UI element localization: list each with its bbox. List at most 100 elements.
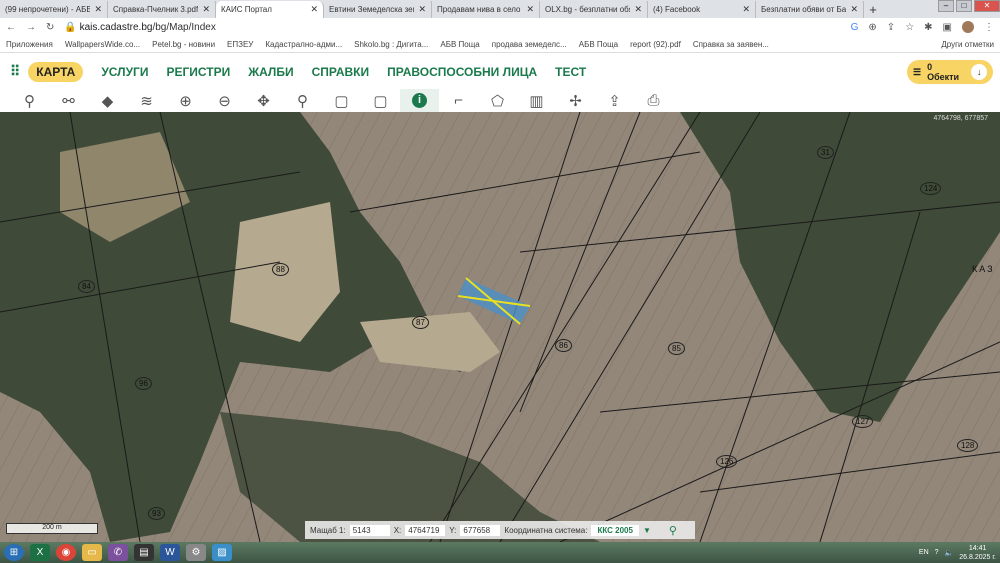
topology-icon[interactable]: ⚯: [49, 89, 88, 112]
y-input[interactable]: 677658: [460, 524, 501, 536]
chrome-icon[interactable]: ◉: [56, 544, 76, 561]
other-bookmarks[interactable]: Други отметки: [941, 40, 994, 49]
bookmark[interactable]: WallpapersWide.co...: [65, 40, 140, 49]
language-indicator[interactable]: EN: [919, 549, 929, 556]
bookmark[interactable]: Кадастрално-адми...: [265, 40, 342, 49]
excel-icon[interactable]: X: [30, 544, 50, 561]
nav-item-complaints[interactable]: ЖАЛБИ: [248, 65, 293, 79]
layers-filled-icon[interactable]: ◆: [88, 89, 127, 112]
google-icon[interactable]: G: [851, 22, 859, 33]
browser-tab[interactable]: Справка-Пчелник 3.pdf ✕: [108, 1, 216, 18]
parcel-number[interactable]: 96: [135, 377, 152, 390]
explorer-icon[interactable]: ▭: [82, 544, 102, 561]
apps-grid-icon[interactable]: ⠿: [10, 63, 20, 80]
bookmark[interactable]: ЕПЗЕУ: [227, 40, 253, 49]
browser-tab[interactable]: Продавам нива в село П ✕: [432, 1, 540, 18]
browser-tab[interactable]: (4) Facebook ✕: [648, 1, 756, 18]
terminal-icon[interactable]: ▤: [134, 544, 154, 561]
bookmark[interactable]: Shkolo.bg : Дигита...: [354, 40, 428, 49]
dropdown-arrow-icon[interactable]: ▼: [643, 526, 651, 535]
browser-tab-active[interactable]: КАИС Портал ✕: [216, 1, 324, 18]
bookmark[interactable]: продава земеделс...: [492, 40, 567, 49]
measure-icon[interactable]: ⌐: [439, 89, 478, 112]
close-icon[interactable]: ✕: [742, 4, 750, 15]
bookmark[interactable]: Petel.bg - новини: [152, 40, 215, 49]
url-input[interactable]: 🔒 kais.cadastre.bg/bg/Map/Index: [64, 22, 840, 33]
parcel-number[interactable]: 31: [817, 146, 834, 159]
pan-icon[interactable]: ✥: [244, 89, 283, 112]
browser-tab[interactable]: (99 непрочетени) - АБВ по✕: [0, 1, 108, 18]
nav-item-licensed[interactable]: ПРАВОСПОСОБНИ ЛИЦА: [387, 65, 537, 79]
minimize-button[interactable]: –: [938, 0, 954, 12]
close-icon[interactable]: ✕: [850, 4, 858, 15]
zoom-icon[interactable]: ⊕: [868, 22, 876, 33]
location-pin-icon[interactable]: ⚲: [283, 89, 322, 112]
zoom-in-icon[interactable]: ⊕: [166, 89, 205, 112]
share-icon[interactable]: ⇪: [887, 22, 895, 33]
coordinate-system-select[interactable]: ККС 2005: [591, 524, 639, 536]
zoom-out-icon[interactable]: ⊖: [205, 89, 244, 112]
cadastral-map: [0, 112, 1000, 542]
bookmark[interactable]: Приложения: [6, 40, 53, 49]
settings-icon[interactable]: ⚙: [186, 544, 206, 561]
nav-item-map[interactable]: КАРТА: [28, 61, 84, 82]
close-icon[interactable]: ✕: [310, 4, 318, 15]
bookmark[interactable]: Справка за заявен...: [693, 40, 769, 49]
menu-icon[interactable]: ⋮: [984, 22, 994, 33]
scale-input[interactable]: 5143: [349, 524, 390, 536]
parcel-number[interactable]: 93: [148, 507, 165, 520]
viber-icon[interactable]: ✆: [108, 544, 128, 561]
parcel-number[interactable]: 84: [78, 280, 95, 293]
hamburger-icon: ☰: [913, 66, 922, 77]
maximize-button[interactable]: □: [956, 0, 972, 12]
objects-button[interactable]: ☰ 0 Обекти ↓: [907, 60, 993, 84]
forward-icon[interactable]: →: [26, 22, 36, 33]
bookmark[interactable]: АБВ Поща: [579, 40, 618, 49]
reload-icon[interactable]: ↻: [46, 22, 54, 33]
cut-icon[interactable]: ✢: [556, 89, 595, 112]
parcel-number[interactable]: 85: [668, 342, 685, 355]
browser-tab[interactable]: OLX.bg - безплатни обяви✕: [540, 1, 648, 18]
close-icon[interactable]: ✕: [202, 4, 210, 15]
close-window-button[interactable]: ✕: [974, 0, 1000, 12]
polygon-icon[interactable]: ⬠: [478, 89, 517, 112]
parcel-number[interactable]: 86: [555, 339, 572, 352]
avatar[interactable]: [962, 21, 974, 33]
extensions-icon[interactable]: ✱: [924, 22, 932, 33]
nav-item-services[interactable]: УСЛУГИ: [101, 65, 148, 79]
close-icon[interactable]: ✕: [418, 4, 426, 15]
bookmark[interactable]: АБВ Поща: [440, 40, 479, 49]
sidepanel-icon[interactable]: ▣: [943, 22, 952, 33]
new-tab-button[interactable]: +: [864, 2, 882, 18]
select-rect-alt-icon[interactable]: ▢: [361, 89, 400, 112]
parcel-number[interactable]: 88: [272, 263, 289, 276]
nav-item-registers[interactable]: РЕГИСТРИ: [167, 65, 231, 79]
help-icon[interactable]: ?: [935, 549, 939, 556]
select-rect-icon[interactable]: ▢: [322, 89, 361, 112]
photos-icon[interactable]: ▨: [212, 544, 232, 561]
clock[interactable]: 14:41 26.8.2025 г.: [959, 544, 996, 562]
layers-icon[interactable]: ≋: [127, 89, 166, 112]
browser-tab[interactable]: Евтини Земеделска земя ✕: [324, 1, 432, 18]
map-canvas[interactable]: 88 87 86 85 31 124 127 126 128 93 96 84 …: [0, 112, 1000, 542]
nav-item-test[interactable]: ТЕСТ: [555, 65, 586, 79]
search-icon[interactable]: ⚲: [669, 524, 677, 537]
search-icon[interactable]: ⚲: [10, 89, 49, 112]
star-icon[interactable]: ☆: [905, 22, 914, 33]
close-icon[interactable]: ✕: [634, 4, 642, 15]
close-icon[interactable]: ✕: [526, 4, 534, 15]
volume-icon[interactable]: 🔈: [945, 549, 954, 557]
back-icon[interactable]: ←: [6, 22, 16, 33]
print-icon[interactable]: ⎙: [634, 89, 673, 112]
export-icon[interactable]: ⇪: [595, 89, 634, 112]
parcel-number[interactable]: 87: [412, 316, 429, 329]
info-icon[interactable]: i: [400, 89, 439, 112]
browser-tab[interactable]: Безплатни обяви от Базар✕: [756, 1, 864, 18]
start-button[interactable]: ⊞: [4, 544, 24, 561]
bookmark[interactable]: report (92).pdf: [630, 40, 681, 49]
x-input[interactable]: 4764719: [405, 524, 446, 536]
nav-item-reports[interactable]: СПРАВКИ: [312, 65, 370, 79]
map-icon[interactable]: ▥: [517, 89, 556, 112]
word-icon[interactable]: W: [160, 544, 180, 561]
close-icon[interactable]: ✕: [94, 4, 102, 15]
